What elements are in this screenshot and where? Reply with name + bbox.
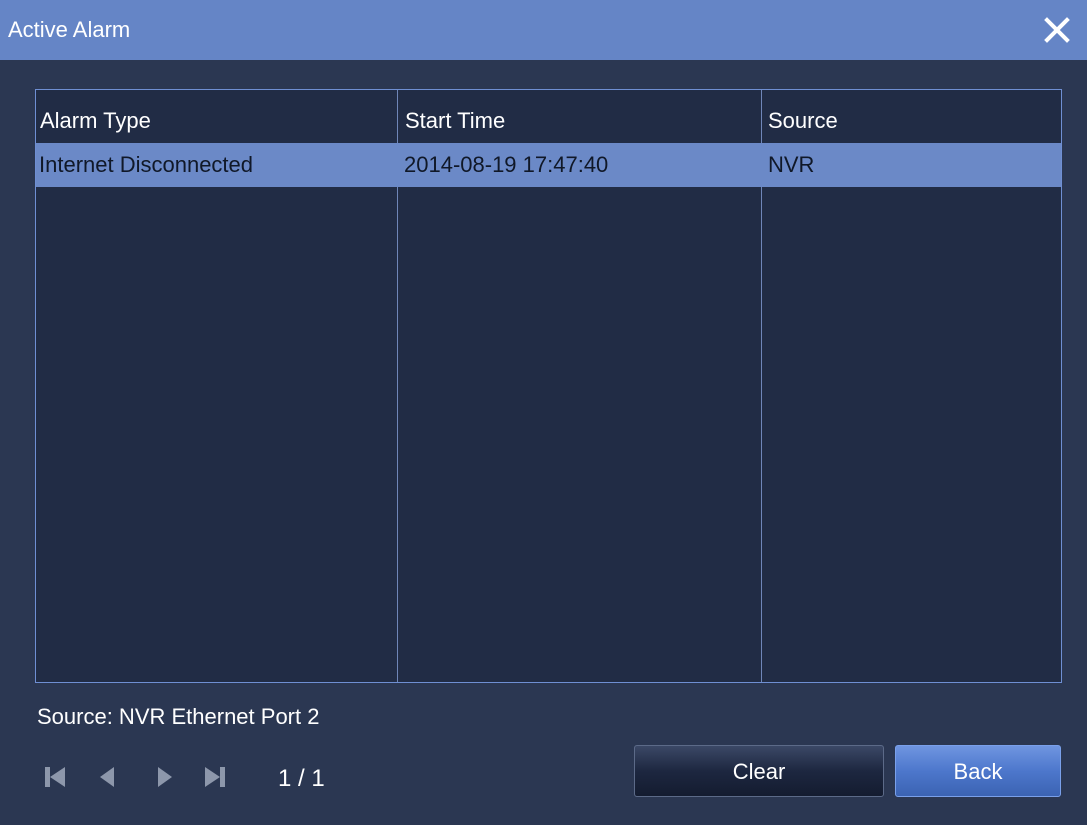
- dialog-title: Active Alarm: [8, 17, 131, 42]
- alarm-table: Alarm Type Start Time Source Internet Di…: [35, 89, 1062, 683]
- back-button[interactable]: Back: [895, 745, 1061, 797]
- column-header-start-time[interactable]: Start Time: [405, 90, 505, 142]
- close-icon: [1044, 17, 1070, 43]
- active-alarm-dialog: Active Alarm Alarm Type Start Time Sourc…: [0, 0, 1087, 825]
- cell-start-time: 2014-08-19 17:47:40: [404, 152, 609, 177]
- previous-page-icon: [100, 767, 114, 787]
- next-page-icon: [158, 767, 172, 787]
- last-page-icon: [205, 767, 225, 787]
- column-header-source[interactable]: Source: [768, 90, 838, 142]
- first-page-icon: [45, 767, 65, 787]
- cell-alarm-type: Internet Disconnected: [39, 152, 254, 177]
- alarm-source-detail: Source: NVR Ethernet Port 2: [37, 704, 320, 729]
- last-page-button[interactable]: [200, 760, 230, 794]
- next-page-button[interactable]: [150, 760, 180, 794]
- column-header-alarm-type[interactable]: Alarm Type: [40, 90, 151, 142]
- title-bar: Active Alarm: [0, 0, 1087, 60]
- first-page-button[interactable]: [40, 760, 70, 794]
- clear-button[interactable]: Clear: [634, 745, 884, 797]
- cell-source: NVR: [768, 152, 815, 177]
- previous-page-button[interactable]: [94, 760, 124, 794]
- close-button[interactable]: [1041, 14, 1073, 46]
- page-indicator: 1 / 1: [278, 765, 325, 792]
- table-row[interactable]: Internet Disconnected 2014-08-19 17:47:4…: [36, 143, 1061, 187]
